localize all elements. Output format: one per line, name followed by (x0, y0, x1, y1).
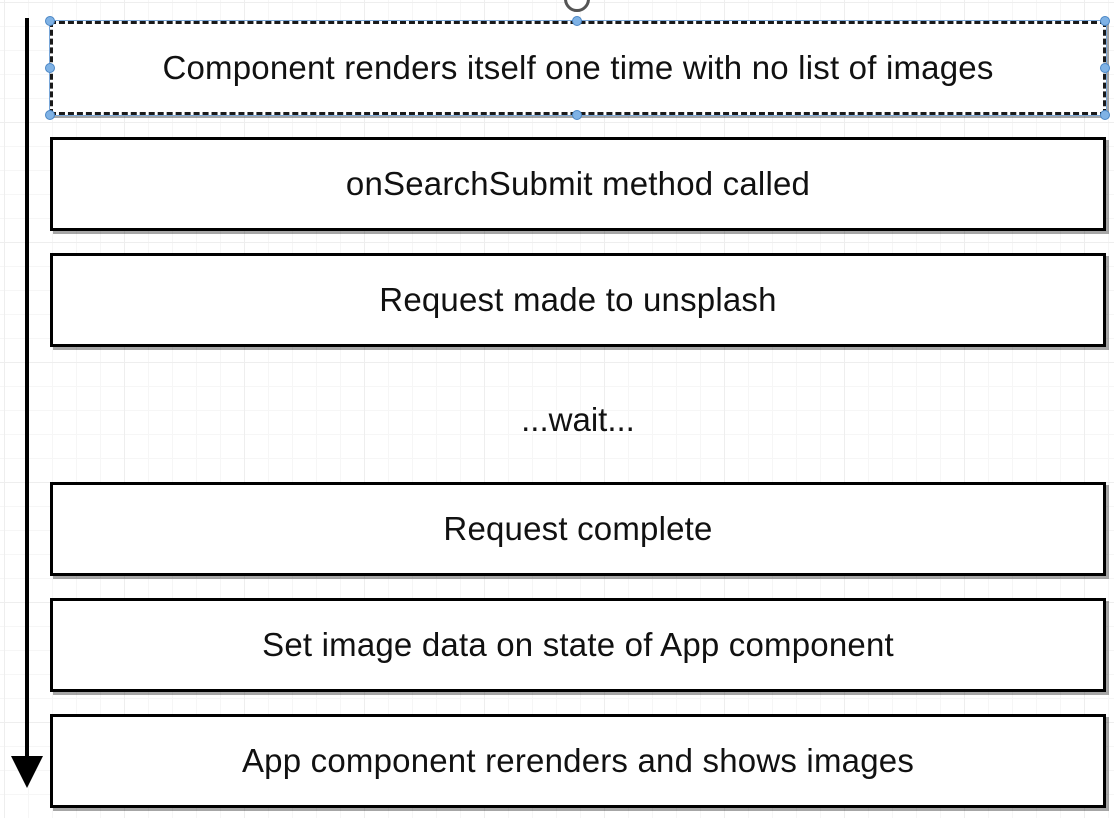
selection-handle[interactable] (572, 16, 582, 26)
step-box-set-state[interactable]: Set image data on state of App component (50, 598, 1106, 692)
diagram-canvas: Component renders itself one time with n… (0, 0, 1114, 818)
step-box-rerender[interactable]: App component rerenders and shows images (50, 714, 1106, 808)
step-label: Component renders itself one time with n… (162, 49, 994, 86)
step-label: onSearchSubmit method called (345, 165, 811, 202)
step-label: Set image data on state of App component (262, 626, 894, 663)
connector-handle-icon (564, 0, 590, 12)
step-box-request-made[interactable]: Request made to unsplash (50, 253, 1106, 347)
selection-handle[interactable] (1100, 110, 1110, 120)
wait-label: ...wait... (521, 401, 635, 438)
step-box-initial-render[interactable]: Component renders itself one time with n… (49, 20, 1107, 116)
selection-handle[interactable] (1100, 63, 1110, 73)
selection-handle[interactable] (45, 110, 55, 120)
selection-handle[interactable] (572, 110, 582, 120)
selection-handle[interactable] (45, 63, 55, 73)
selection-handle[interactable] (1100, 16, 1110, 26)
step-label: Request made to unsplash (379, 281, 777, 318)
selection-handle[interactable] (45, 16, 55, 26)
step-box-request-complete[interactable]: Request complete (50, 482, 1106, 576)
step-box-search-submit[interactable]: onSearchSubmit method called (50, 137, 1106, 231)
step-label: App component rerenders and shows images (241, 742, 915, 779)
step-label: Request complete (443, 510, 713, 547)
